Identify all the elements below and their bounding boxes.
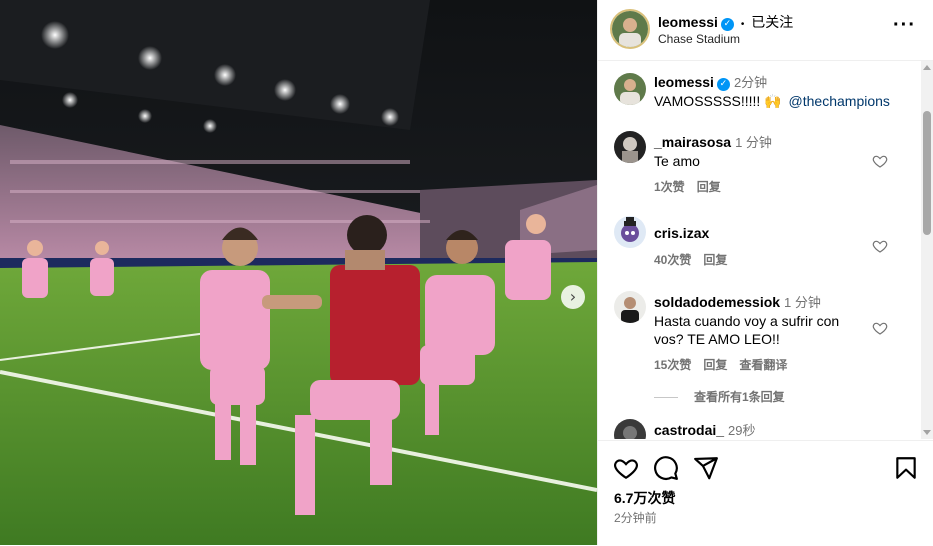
comment-time: 2分钟 bbox=[733, 75, 768, 90]
comment-likes[interactable]: 1次赞 bbox=[654, 180, 685, 194]
comment-text: Te amo bbox=[654, 153, 700, 169]
post-sidebar: leomessi ✓ • 已关注 Chase Stadium ··· leomes… bbox=[597, 0, 933, 545]
next-photo-button[interactable]: › bbox=[561, 285, 585, 309]
view-replies-button[interactable]: 查看所有1条回复 bbox=[654, 388, 785, 405]
comments-list[interactable]: leomessi ✓ 2分钟 VAMOSSSSS!!!!! 🙌 @thechampi… bbox=[598, 61, 933, 439]
comment-likes[interactable]: 15次赞 bbox=[654, 358, 691, 372]
post-actions: 6.7万次赞 2分钟前 bbox=[598, 440, 933, 546]
comment-username[interactable]: cris.izax bbox=[654, 225, 709, 241]
comment-username[interactable]: castrodai_ bbox=[654, 422, 724, 438]
stadium-celebration-image bbox=[0, 0, 597, 545]
verified-icon: ✓ bbox=[716, 78, 730, 91]
heart-icon[interactable] bbox=[872, 153, 888, 169]
share-icon[interactable] bbox=[693, 455, 719, 481]
reply-button[interactable]: 回复 bbox=[703, 253, 727, 267]
comment-time: 1 分钟 bbox=[784, 295, 821, 310]
follow-status-button[interactable]: 已关注 bbox=[751, 14, 793, 30]
more-options-icon[interactable]: ··· bbox=[893, 14, 916, 37]
comment-time: 29秒 bbox=[728, 423, 756, 438]
verified-icon: ✓ bbox=[720, 18, 734, 31]
separator: • bbox=[740, 19, 745, 30]
avatar[interactable] bbox=[610, 9, 650, 49]
reply-button[interactable]: 回复 bbox=[703, 358, 727, 372]
comment-username[interactable]: soldadodemessiok bbox=[654, 294, 780, 310]
avatar[interactable] bbox=[614, 291, 646, 323]
avatar[interactable] bbox=[614, 216, 646, 248]
post-photo[interactable]: › bbox=[0, 0, 597, 545]
mention-link[interactable]: @thechampions bbox=[789, 93, 890, 109]
heart-icon[interactable] bbox=[872, 238, 888, 254]
bookmark-icon[interactable] bbox=[893, 455, 919, 481]
comment-username[interactable]: _mairasosa bbox=[654, 134, 731, 150]
divider bbox=[654, 397, 678, 399]
post-header: leomessi ✓ • 已关注 Chase Stadium ··· bbox=[598, 0, 933, 61]
scroll-up-icon[interactable] bbox=[923, 65, 931, 70]
comment-text: Hasta cuando voy a sufrir con vos? TE AM… bbox=[654, 313, 840, 347]
comments-scrollbar[interactable] bbox=[921, 61, 933, 439]
translate-button[interactable]: 查看翻译 bbox=[739, 358, 787, 372]
scroll-down-icon[interactable] bbox=[923, 430, 931, 435]
comment-icon[interactable] bbox=[653, 455, 679, 481]
location-link[interactable]: Chase Stadium bbox=[658, 32, 740, 46]
avatar[interactable] bbox=[614, 131, 646, 163]
scroll-thumb[interactable] bbox=[923, 111, 931, 235]
avatar[interactable] bbox=[614, 419, 646, 439]
avatar[interactable] bbox=[614, 73, 646, 105]
likes-count[interactable]: 6.7万次赞 bbox=[614, 488, 675, 508]
caption-text: VAMOSSSSS!!!!! 🙌 bbox=[654, 93, 782, 109]
comment-likes[interactable]: 40次赞 bbox=[654, 253, 691, 267]
reply-button[interactable]: 回复 bbox=[697, 180, 721, 194]
header-user: leomessi ✓ • 已关注 bbox=[658, 12, 793, 32]
post-time: 2分钟前 bbox=[614, 511, 657, 525]
username-link[interactable]: leomessi bbox=[658, 14, 718, 30]
view-replies-label: 查看所有1条回复 bbox=[694, 390, 785, 404]
comment-username[interactable]: leomessi bbox=[654, 74, 714, 90]
comment-time: 1 分钟 bbox=[735, 135, 772, 150]
like-heart-icon[interactable] bbox=[613, 455, 639, 481]
heart-icon[interactable] bbox=[872, 320, 888, 336]
